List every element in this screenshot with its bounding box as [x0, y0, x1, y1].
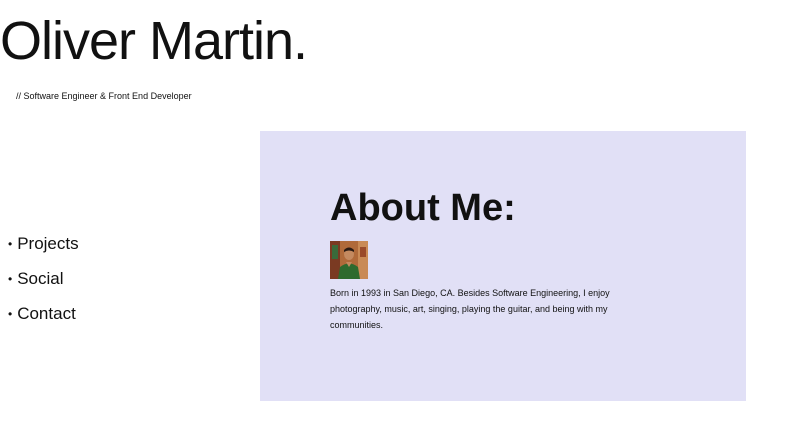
- nav-item-label[interactable]: Social: [17, 269, 63, 289]
- avatar: [330, 241, 368, 279]
- about-bio: Born in 1993 in San Diego, CA. Besides S…: [330, 288, 610, 330]
- tagline: // Software Engineer & Front End Develop…: [16, 91, 192, 101]
- main-nav: • Projects • Social • Contact: [8, 226, 79, 331]
- nav-item-contact[interactable]: • Contact: [8, 296, 79, 331]
- bullet-icon: •: [8, 271, 13, 286]
- avatar-photo-icon: [330, 241, 368, 279]
- nav-item-label[interactable]: Projects: [17, 234, 78, 254]
- nav-item-social[interactable]: • Social: [8, 261, 79, 296]
- bullet-icon: •: [8, 306, 13, 321]
- nav-item-label[interactable]: Contact: [17, 304, 76, 324]
- bullet-icon: •: [8, 236, 13, 251]
- about-section: About Me: Born in 1993 in San Diego, CA.…: [260, 131, 746, 401]
- page: Oliver Martin. // Software Engineer & Fr…: [0, 0, 800, 434]
- nav-item-projects[interactable]: • Projects: [8, 226, 79, 261]
- about-heading: About Me:: [330, 187, 516, 229]
- site-title: Oliver Martin.: [0, 11, 308, 71]
